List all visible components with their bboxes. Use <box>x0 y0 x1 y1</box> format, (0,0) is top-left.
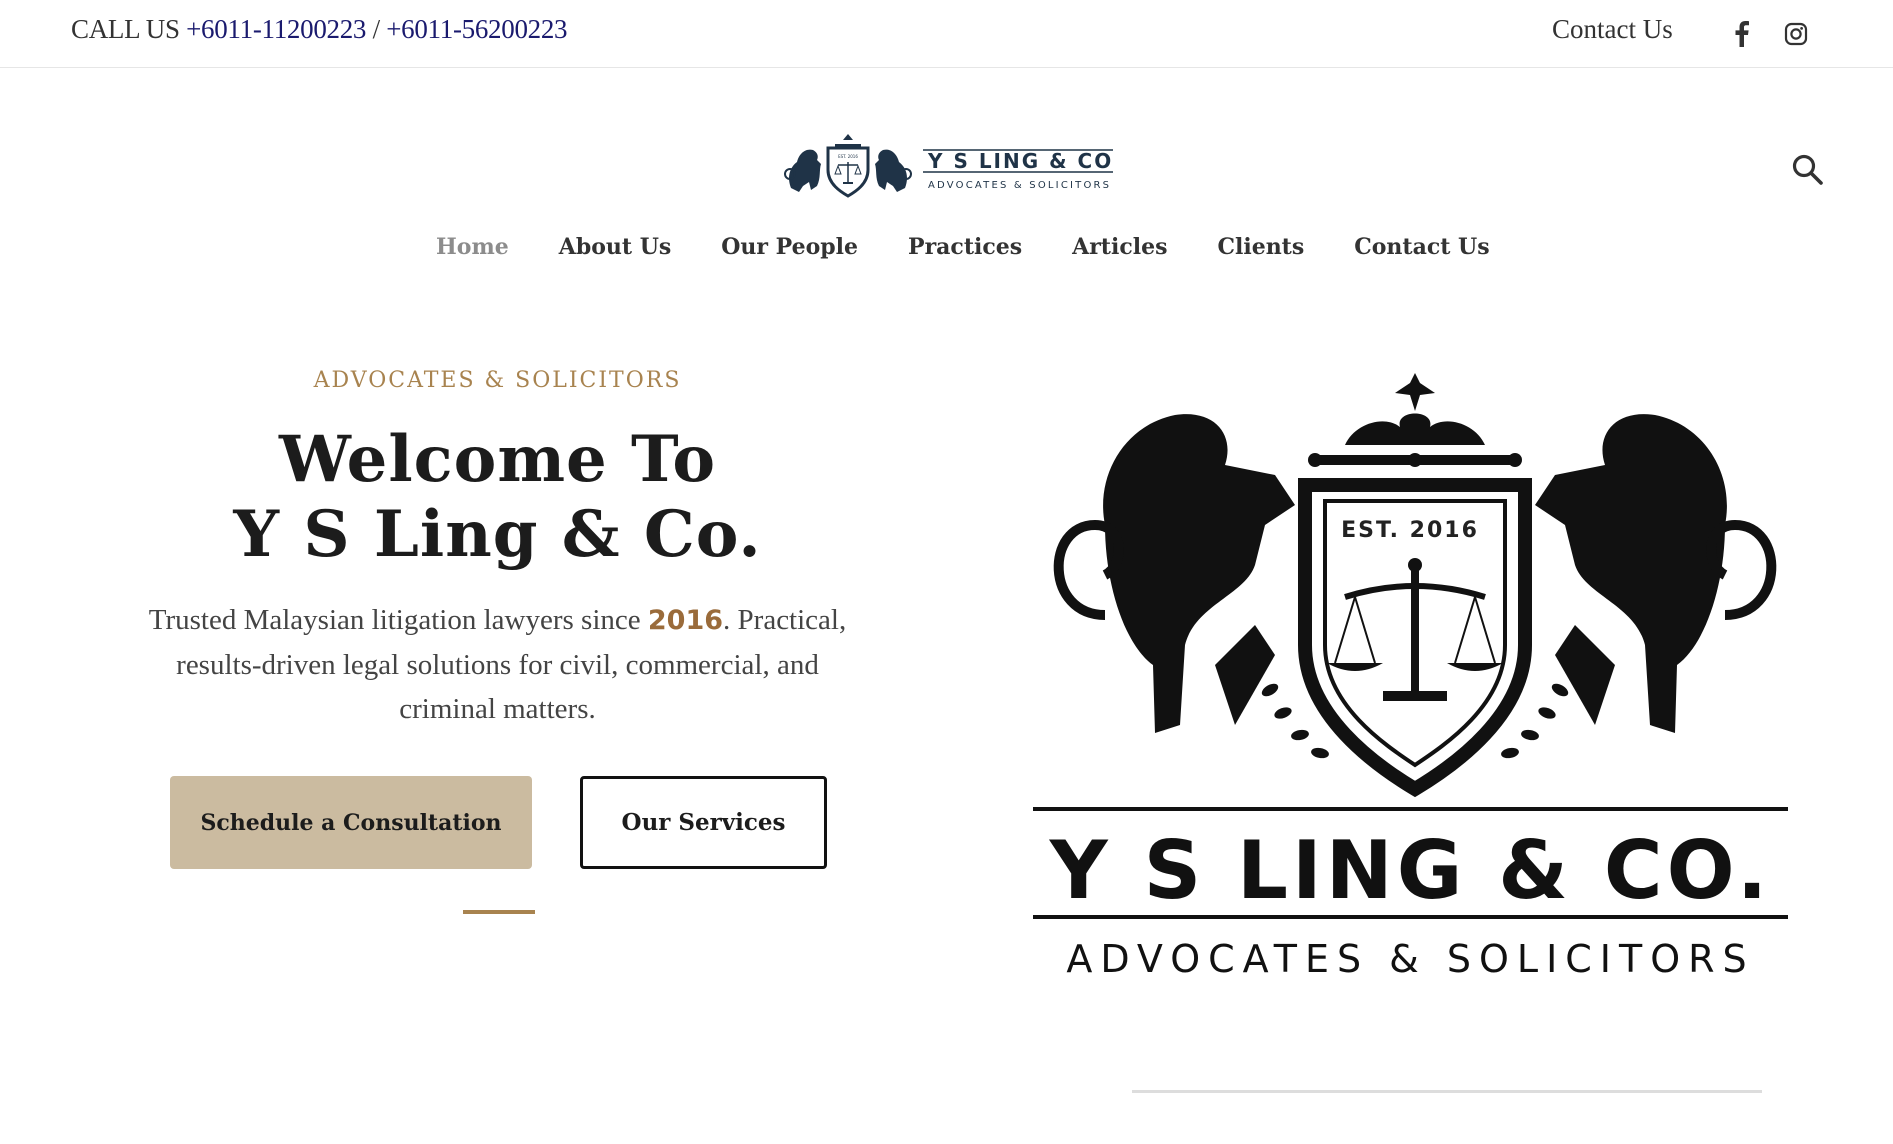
crest-firm-tagline: ADVOCATES & SOLICITORS <box>1066 937 1755 981</box>
nav-item-our-people[interactable]: Our People <box>721 234 858 260</box>
nav-item-practices[interactable]: Practices <box>908 234 1022 260</box>
nav-item-about-us[interactable]: About Us <box>559 234 672 260</box>
hero-divider <box>463 910 535 914</box>
top-contact-link[interactable]: Contact Us <box>1552 14 1673 45</box>
crest-est-label: EST. 2016 <box>1341 518 1479 543</box>
header-logo-name: Y S LING & CO. <box>927 149 1113 173</box>
phone-link-2[interactable]: +6011-56200223 <box>386 14 567 44</box>
nav-item-clients[interactable]: Clients <box>1217 234 1304 260</box>
hero-bottom-rule <box>1132 1090 1762 1093</box>
call-us-text: CALL US +6011-11200223 / +6011-56200223 <box>71 14 568 45</box>
call-label: CALL US <box>71 14 180 44</box>
phone-link-1[interactable]: +6011-11200223 <box>186 14 366 44</box>
search-icon[interactable] <box>1790 152 1826 188</box>
crest-firm-name: Y S LING & CO. <box>1049 824 1772 917</box>
svg-text:EST. 2016: EST. 2016 <box>838 154 858 159</box>
hero-description: Trusted Malaysian litigation lawyers sin… <box>140 598 855 731</box>
header-logo-emblem: EST. 2016 Y S LING & CO. ADVOCATES & SOL… <box>784 134 1120 198</box>
nav-item-home[interactable]: Home <box>436 234 509 260</box>
our-services-button[interactable]: Our Services <box>580 776 827 869</box>
instagram-icon[interactable] <box>1782 20 1810 48</box>
header-logo-tagline: ADVOCATES & SOLICITORS <box>928 180 1111 191</box>
top-bar: CALL US +6011-11200223 / +6011-56200223 … <box>0 0 1893 68</box>
facebook-icon[interactable] <box>1728 20 1756 48</box>
hero-title: Welcome To Y S Ling & Co. <box>0 422 995 572</box>
header-logo[interactable]: EST. 2016 Y S LING & CO. ADVOCATES & SOL… <box>783 130 1120 202</box>
nav-item-articles[interactable]: Articles <box>1072 234 1167 260</box>
hero-title-line-2: Y S Ling & Co. <box>233 497 762 572</box>
hero-desc-start: Trusted Malaysian litigation lawyers sin… <box>148 604 648 636</box>
hero-title-line-1: Welcome To <box>278 422 717 497</box>
phone-separator: / <box>372 14 381 44</box>
hero-desc-year: 2016 <box>647 605 724 636</box>
nav-item-contact-us[interactable]: Contact Us <box>1354 234 1489 260</box>
hero-eyebrow: ADVOCATES & SOLICITORS <box>313 368 682 393</box>
main-nav: Home About Us Our People Practices Artic… <box>436 234 1540 260</box>
schedule-consultation-button[interactable]: Schedule a Consultation <box>170 776 532 869</box>
crest-emblem <box>1033 373 1788 919</box>
hero-logo-image <box>1015 365 1825 1105</box>
